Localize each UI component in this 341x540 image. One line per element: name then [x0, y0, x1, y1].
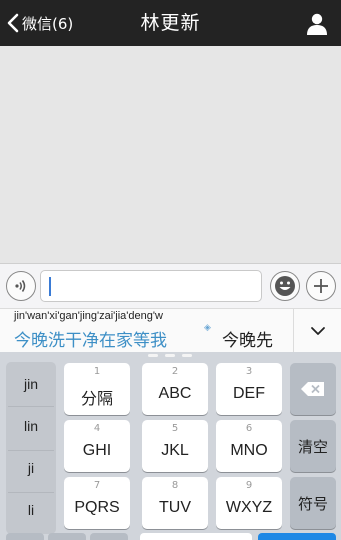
key-8[interactable]: 8 TUV	[142, 477, 208, 529]
key-number: 5	[171, 423, 179, 434]
back-button[interactable]: 微信(6)	[6, 0, 73, 46]
key-5[interactable]: 5 JKL	[142, 420, 208, 472]
symbols-key[interactable]: 符号	[290, 477, 336, 529]
divider	[8, 450, 54, 451]
key-number: 4	[93, 423, 101, 434]
key-label: JKL	[161, 442, 189, 459]
emoji-key[interactable]	[90, 533, 128, 540]
back-label: 微信(6)	[22, 14, 74, 33]
pinyin-syllable-list: jin lin ji li	[6, 362, 56, 534]
key-number: 3	[245, 366, 253, 377]
more-button[interactable]	[306, 271, 336, 301]
key-label: 分隔	[80, 391, 113, 408]
message-input[interactable]	[40, 270, 262, 302]
key-2[interactable]: 2 ABC	[142, 363, 208, 415]
key-label: ABC	[158, 385, 192, 402]
syllable-option[interactable]: jin	[6, 376, 56, 392]
syllable-option[interactable]: lin	[6, 418, 56, 434]
key-1[interactable]: 1 分隔	[64, 363, 130, 415]
person-icon[interactable]	[305, 11, 329, 35]
keyboard: jin lin ji li 1 分隔 2 ABC 3 DEF 4 GHI 5 J…	[0, 352, 341, 540]
globe-key[interactable]	[6, 533, 44, 540]
syllable-option[interactable]: li	[6, 502, 56, 518]
delete-key[interactable]	[290, 363, 336, 415]
key-4[interactable]: 4 GHI	[64, 420, 130, 472]
key-number: 2	[171, 366, 179, 377]
voice-icon	[15, 280, 26, 292]
key-number: 1	[93, 366, 101, 377]
backspace-icon	[301, 382, 324, 396]
voice-button[interactable]	[6, 271, 36, 301]
key-7[interactable]: 7 PQRS	[64, 477, 130, 529]
clear-key[interactable]: 清空	[290, 420, 336, 472]
key-number: 7	[93, 480, 101, 491]
key-label: MNO	[230, 442, 268, 459]
key-label: WXYZ	[225, 499, 273, 516]
expand-candidates-button[interactable]	[293, 309, 341, 353]
candidate-secondary[interactable]: 今晚先	[222, 326, 273, 351]
key-3[interactable]: 3 DEF	[216, 363, 282, 415]
plus-icon	[314, 279, 328, 293]
key-label: TUV	[159, 499, 191, 516]
candidate-primary[interactable]: 今晚洗干净在家等我	[14, 326, 167, 351]
key-label: PQRS	[74, 499, 120, 516]
mode-key[interactable]	[48, 533, 86, 540]
message-input-bar	[0, 263, 341, 308]
key-label: DEF	[233, 385, 265, 402]
key-6[interactable]: 6 MNO	[216, 420, 282, 472]
space-key[interactable]	[140, 533, 252, 540]
chat-messages-area[interactable]	[0, 46, 341, 263]
chevron-left-icon	[7, 13, 19, 33]
pinyin-composition: jin'wan'xi'gan'jing'zai'jia'deng'w	[14, 310, 163, 322]
nav-bar: 微信(6) 林更新	[0, 0, 341, 46]
key-9[interactable]: 9 WXYZ	[216, 477, 282, 529]
chevron-down-icon	[310, 327, 325, 335]
text-caret	[49, 277, 51, 296]
key-number: 8	[171, 480, 179, 491]
divider	[8, 406, 54, 407]
divider	[8, 492, 54, 493]
smiley-icon	[275, 276, 295, 296]
emoji-button[interactable]	[270, 271, 300, 301]
ime-candidate-bar: jin'wan'xi'gan'jing'zai'jia'deng'w 今晚洗干净…	[0, 308, 341, 353]
key-number: 6	[245, 423, 253, 434]
candidate-marker-icon: ◈	[204, 323, 211, 333]
syllable-option[interactable]: ji	[6, 460, 56, 476]
send-key[interactable]	[258, 533, 336, 540]
key-label: GHI	[82, 442, 112, 459]
key-number: 9	[245, 480, 253, 491]
keyboard-drag-handle[interactable]	[148, 354, 192, 357]
